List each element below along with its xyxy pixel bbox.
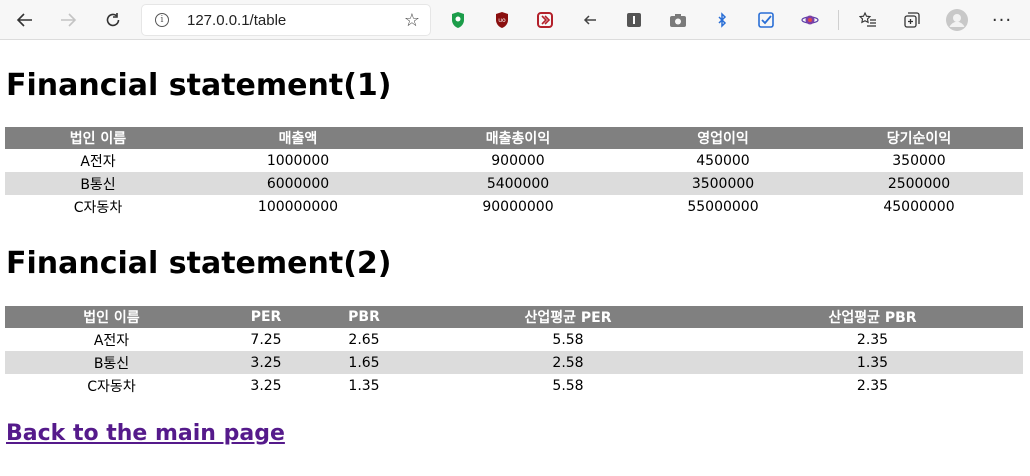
financial-table-1: 법인 이름 매출액 매출총이익 영업이익 당기순이익 A전자 1000000 9…	[5, 127, 1023, 218]
bluetooth-extension-icon[interactable]	[712, 10, 732, 30]
profile-avatar-icon[interactable]	[946, 9, 968, 31]
table-cell: 2500000	[815, 172, 1023, 195]
column-header: 당기순이익	[815, 127, 1023, 149]
table-header-row: 법인 이름 매출액 매출총이익 영업이익 당기순이익	[5, 127, 1023, 149]
column-header: 법인 이름	[5, 306, 218, 328]
url-text: 127.0.0.1/table	[187, 11, 287, 29]
table-cell: 100000000	[257, 198, 339, 215]
table-cell: 2.35	[856, 331, 889, 348]
table-cell: 55000000	[687, 198, 759, 215]
table-cell: C자동차	[87, 378, 136, 395]
browser-toolbar: i 127.0.0.1/table ☆ uo ···	[0, 0, 1030, 40]
info-icon[interactable]: i	[155, 13, 169, 27]
column-header: PBR	[314, 306, 414, 328]
table-cell: 1.35	[722, 351, 1023, 374]
table-cell: 45000000	[883, 198, 955, 215]
table-cell: 350000	[892, 152, 946, 169]
media-extension-icon[interactable]	[535, 10, 555, 30]
table-row: B통신 6000000 5400000 3500000 2500000	[5, 172, 1023, 195]
back-arrow-icon[interactable]	[10, 5, 40, 35]
table-cell: B통신	[5, 172, 191, 195]
checkbox-extension-icon[interactable]	[756, 10, 776, 30]
table-cell: 5.58	[552, 377, 584, 394]
section1-title: Financial statement(1)	[6, 68, 392, 103]
table-cell: 3500000	[631, 172, 815, 195]
table-cell: 450000	[696, 152, 750, 169]
favorite-star-icon[interactable]: ☆	[404, 10, 420, 31]
table-cell: 3.25	[250, 377, 282, 394]
toolbar-separator	[838, 10, 839, 30]
section2-title: Financial statement(2)	[6, 246, 392, 281]
table-row: A전자 7.25 2.65 5.58 2.35	[5, 328, 1023, 351]
column-header: PER	[218, 306, 314, 328]
column-header: 산업평균 PER	[414, 306, 722, 328]
column-header: 산업평균 PBR	[722, 306, 1023, 328]
more-menu-icon[interactable]: ···	[992, 10, 1012, 31]
table-cell: 1000000	[266, 152, 330, 169]
financial-table-2: 법인 이름 PER PBR 산업평균 PER 산업평균 PBR A전자 7.25…	[5, 306, 1023, 397]
table-cell: B통신	[5, 351, 218, 374]
table-cell: 5.58	[552, 331, 584, 348]
back-to-main-link[interactable]: Back to the main page	[6, 421, 285, 446]
column-header: 영업이익	[631, 127, 815, 149]
address-bar[interactable]: i 127.0.0.1/table ☆	[142, 5, 430, 35]
column-header: 매출총이익	[405, 127, 631, 149]
collections-icon[interactable]	[902, 10, 922, 30]
favorites-list-icon[interactable]	[858, 10, 878, 30]
forward-arrow-icon[interactable]	[53, 5, 83, 35]
planet-extension-icon[interactable]	[800, 10, 820, 30]
table-cell: 2.65	[348, 331, 380, 348]
ublock-icon[interactable]: uo	[492, 10, 512, 30]
shield-extension-icon[interactable]	[448, 10, 468, 30]
svg-text:uo: uo	[498, 17, 506, 24]
table-cell: 3.25	[218, 351, 314, 374]
table-cell: 6000000	[191, 172, 405, 195]
reader-extension-icon[interactable]	[624, 10, 644, 30]
table-cell: A전자	[93, 332, 130, 349]
table-cell: 7.25	[250, 331, 282, 348]
reload-icon[interactable]	[98, 5, 128, 35]
column-header: 매출액	[191, 127, 405, 149]
table-cell: C자동차	[73, 199, 123, 216]
table-row: A전자 1000000 900000 450000 350000	[5, 149, 1023, 172]
table-row: B통신 3.25 1.65 2.58 1.35	[5, 351, 1023, 374]
table-cell: 90000000	[482, 198, 554, 215]
table-cell: 5400000	[405, 172, 631, 195]
table-cell: 1.65	[314, 351, 414, 374]
arrow-left-extension-icon[interactable]	[580, 10, 600, 30]
table-cell: 2.35	[856, 377, 889, 394]
table-cell: 900000	[491, 152, 545, 169]
camera-icon[interactable]	[668, 10, 688, 30]
table-header-row: 법인 이름 PER PBR 산업평균 PER 산업평균 PBR	[5, 306, 1023, 328]
table-cell: 2.58	[414, 351, 722, 374]
table-cell: A전자	[80, 153, 116, 170]
table-cell: 1.35	[348, 377, 380, 394]
table-row: C자동차 3.25 1.35 5.58 2.35	[5, 374, 1023, 397]
table-row: C자동차 100000000 90000000 55000000 4500000…	[5, 195, 1023, 218]
column-header: 법인 이름	[5, 127, 191, 149]
